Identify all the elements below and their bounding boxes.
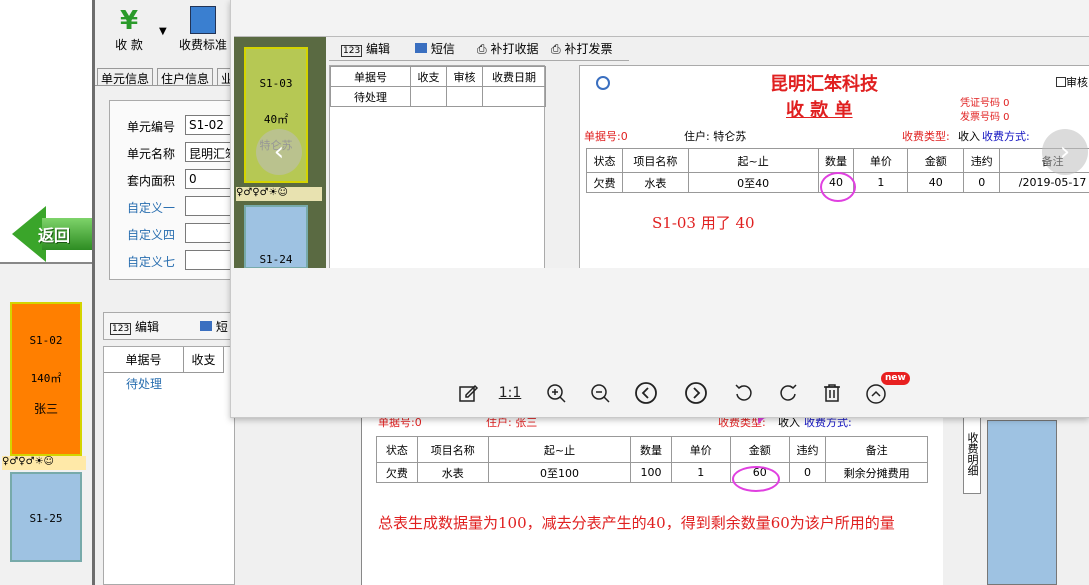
col-status: 状态 bbox=[586, 148, 623, 173]
unit-code: S1-24 bbox=[259, 253, 293, 266]
zoom-out-icon bbox=[591, 384, 610, 403]
sms-button[interactable]: 短信 bbox=[415, 40, 455, 57]
viewer-image: S1-03 40㎡ 特仑苏 ♀♂♀♂☀☺ S1-24 123 编辑 短信 ⎙ 补… bbox=[234, 36, 1089, 268]
next-button[interactable] bbox=[683, 380, 709, 406]
printer-icon: ⎙ bbox=[477, 42, 487, 56]
receipt-title: 收 款 单 bbox=[786, 100, 853, 121]
reprint-invoice-button[interactable]: ⎙ 补打发票 bbox=[551, 40, 612, 57]
col-range: 起~止 bbox=[687, 148, 819, 173]
doc-no-label: 单据号:0 bbox=[584, 130, 628, 143]
checkbox-icon bbox=[1056, 77, 1066, 87]
receipt-panel: 昆明汇笨科技 收 款 单 凭证号码 0 发票号码 0 审核 单据号:0 住户: … bbox=[579, 65, 1089, 268]
audit-checkbox[interactable]: 审核 bbox=[1056, 74, 1088, 90]
list-header-date: 收费日期 bbox=[482, 66, 546, 87]
reprint-receipt-label: 补打收据 bbox=[490, 42, 539, 56]
resident-label: 住户: 特仑苏 bbox=[684, 130, 747, 143]
cell-price: 1 bbox=[853, 172, 909, 193]
new-badge: new bbox=[881, 372, 910, 385]
table-header-row: 状态 项目名称 起~止 数量 单价 金额 违约 备注 bbox=[586, 148, 1089, 173]
cell-penalty: 0 bbox=[963, 172, 1001, 193]
list-header-income: 收支 bbox=[410, 66, 447, 87]
resident-line: 住户: 特仑苏 bbox=[684, 128, 746, 144]
edit-button[interactable]: 123 编辑 bbox=[341, 40, 390, 57]
fee-type-label: 收费类型: bbox=[902, 130, 950, 143]
unit-area: 40㎡ bbox=[263, 113, 289, 126]
col-amount: 金额 bbox=[907, 148, 965, 173]
income-label: 收入 bbox=[958, 130, 980, 143]
zoom-in-button[interactable] bbox=[543, 380, 569, 406]
printer-icon: ⎙ bbox=[551, 42, 561, 56]
reprint-receipt-button[interactable]: ⎙ 补打收据 bbox=[477, 40, 538, 57]
zoom-in-icon bbox=[547, 384, 566, 403]
rotate-left-icon bbox=[735, 384, 752, 401]
record-list-table: 单据号 收支 审核 收费日期 待处理 bbox=[330, 66, 546, 107]
chevron-up-circle-icon bbox=[866, 384, 886, 404]
col-qty: 数量 bbox=[817, 148, 855, 173]
unit-status-icons: ♀♂♀♂☀☺ bbox=[236, 187, 322, 201]
audit-label: 审核 bbox=[1066, 76, 1088, 89]
chevron-right-circle-icon bbox=[685, 382, 707, 404]
delete-button[interactable] bbox=[819, 380, 845, 406]
actual-size-button[interactable]: 1:1 bbox=[497, 380, 523, 406]
cell-amount: 40 bbox=[907, 172, 965, 193]
unit-code: S1-03 bbox=[259, 77, 293, 90]
previous-button[interactable] bbox=[633, 380, 659, 406]
list-item-pending: 待处理 bbox=[330, 86, 411, 107]
unit-card-s1-24[interactable]: S1-24 bbox=[244, 205, 308, 268]
cell-note: /2019-05-17 bbox=[999, 172, 1089, 193]
record-list: 单据号 收支 审核 收费日期 待处理 bbox=[329, 65, 546, 268]
image-viewer: S1-03 40㎡ 特仑苏 ♀♂♀♂☀☺ S1-24 123 编辑 短信 ⎙ 补… bbox=[230, 0, 1089, 418]
voucher-no: 凭证号码 0 bbox=[960, 98, 1010, 109]
cell-status: 欠费 bbox=[586, 172, 623, 193]
list-header-audit: 审核 bbox=[446, 66, 483, 87]
list-item[interactable]: 待处理 bbox=[330, 86, 546, 107]
cell-range: 0至40 bbox=[687, 172, 819, 193]
chevron-left-circle-icon bbox=[635, 382, 657, 404]
pencil-square-icon bbox=[459, 384, 479, 402]
viewer-toolbar: 123 编辑 短信 ⎙ 补打收据 ⎙ 补打发票 bbox=[329, 37, 629, 61]
reprint-invoice-label: 补打发票 bbox=[564, 42, 613, 56]
edit-icon: 123 bbox=[341, 45, 363, 57]
cell-item: 水表 bbox=[621, 172, 689, 193]
prev-image-button[interactable]: ‹ bbox=[256, 129, 302, 175]
next-image-button[interactable]: › bbox=[1042, 129, 1088, 175]
edit-label: 编辑 bbox=[366, 42, 391, 56]
edit-image-button[interactable] bbox=[455, 380, 481, 406]
rotate-right-button[interactable] bbox=[775, 380, 801, 406]
actual-size-label: 1:1 bbox=[498, 385, 522, 401]
col-price: 单价 bbox=[853, 148, 909, 173]
pay-method-label: 收费方式: bbox=[982, 130, 1030, 143]
zoom-out-button[interactable] bbox=[587, 380, 613, 406]
sms-icon bbox=[415, 43, 427, 53]
quantity-highlight-circle bbox=[820, 172, 856, 202]
col-penalty: 违约 bbox=[963, 148, 1001, 173]
chevron-right-icon: › bbox=[1059, 137, 1071, 167]
chevron-left-icon: ‹ bbox=[273, 137, 285, 167]
refresh-icon[interactable] bbox=[596, 76, 610, 90]
col-item: 项目名称 bbox=[621, 148, 689, 173]
rotate-left-button[interactable] bbox=[731, 380, 757, 406]
sms-label: 短信 bbox=[430, 42, 455, 56]
invoice-no: 发票号码 0 bbox=[960, 112, 1010, 123]
rotate-right-icon bbox=[780, 384, 797, 401]
usage-annotation: S1-03 用了 40 bbox=[652, 214, 755, 232]
trash-icon bbox=[824, 384, 840, 402]
company-title: 昆明汇笨科技 bbox=[770, 74, 878, 95]
list-header-doc-no: 单据号 bbox=[330, 66, 411, 87]
